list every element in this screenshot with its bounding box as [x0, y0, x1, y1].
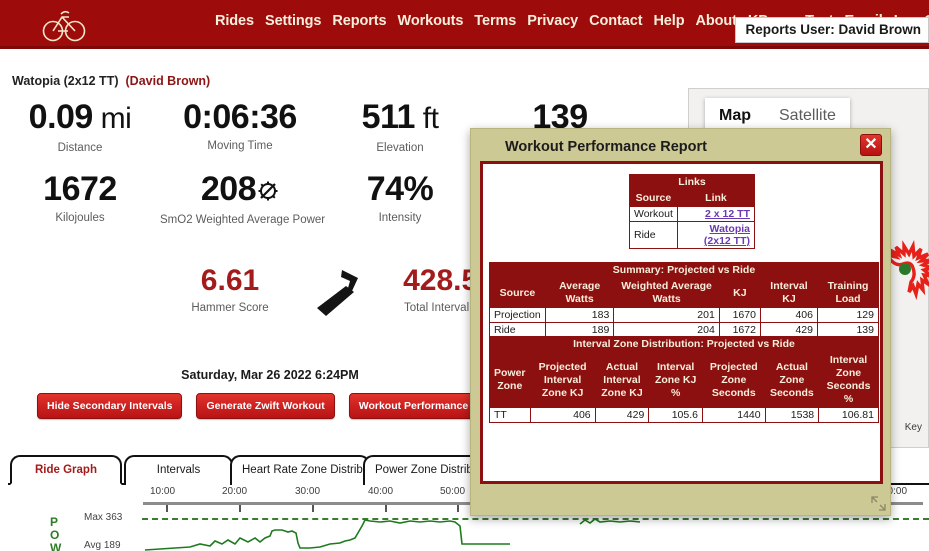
zone-header-power-zone: Power Zone: [489, 352, 531, 408]
stat-kilojoules-label: Kilojoules: [55, 212, 105, 224]
reports-user-badge[interactable]: Reports User: David Brown: [735, 17, 929, 43]
stat-distance-unit: mi: [92, 102, 132, 135]
zone-header-actual-interval-zone-kj: Actual Interval Zone KJ: [594, 352, 650, 408]
links-header-source: Source: [629, 190, 678, 207]
stat-intensity-label: Intensity: [378, 212, 422, 224]
zone-header-projected-interval-zone-kj: Projected Interval Zone KJ: [529, 352, 596, 408]
stat-intensity-value: 74%: [366, 170, 434, 208]
summary-row-projection-source: Projection: [489, 307, 546, 323]
zone-row-tt-interval-zone-kj-pct: 105.6: [648, 407, 703, 423]
summary-row-projection-training-load: 129: [816, 307, 880, 323]
map-key-label[interactable]: Key: [905, 422, 922, 433]
workout-performance-report-modal[interactable]: Workout Performance Report ✕ Links Sourc…: [470, 128, 891, 516]
table-row: Ride Watopia (2x12 TT): [629, 221, 756, 249]
nav-link-reports[interactable]: Reports: [332, 13, 386, 29]
modal-title: Workout Performance Report: [505, 139, 707, 155]
zone-row-tt-power-zone: TT: [489, 407, 531, 423]
summary-table-title: Summary: Projected vs Ride: [489, 262, 879, 279]
zone-header-actual-zone-seconds: Actual Zone Seconds: [764, 352, 820, 408]
summary-header-training-load: Training Load: [816, 278, 880, 308]
hide-secondary-intervals-button[interactable]: Hide Secondary Intervals: [37, 393, 183, 419]
links-row-ride-link[interactable]: Watopia (2x12 TT): [704, 223, 750, 247]
zone-row-tt-actual-zone-seconds: 1538: [764, 407, 820, 423]
links-table: Links Source Link Workout 2 x 12 TT Ride…: [629, 174, 756, 249]
summary-header-interval-kj: Interval KJ: [759, 278, 818, 308]
hammer-stats-row: 6.61 Hammer Score 428.57 Total Interval …: [0, 262, 540, 323]
summary-row-projection-interval-kj: 406: [759, 307, 818, 323]
nav-link-contact[interactable]: Contact: [589, 13, 642, 29]
stat-elevation-label: Elevation: [376, 142, 424, 154]
nav-link-workouts[interactable]: Workouts: [398, 13, 464, 29]
stat-hammer-score-label: Hammer Score: [191, 302, 269, 314]
stat-elevation-value: 511: [361, 98, 416, 136]
top-navbar: Rides Settings Reports Workouts Terms Pr…: [0, 0, 929, 49]
zone-row-tt-projected-zone-seconds: 1440: [701, 407, 766, 423]
generate-zwift-workout-button[interactable]: Generate Zwift Workout: [196, 393, 335, 419]
stat-moving-time-value: 0:06:36: [183, 98, 297, 136]
links-row-ride-source: Ride: [629, 221, 678, 249]
summary-header-weighted-avg-watts: Weighted Average Watts: [613, 278, 720, 308]
links-row-workout-source: Workout: [629, 206, 678, 222]
summary-row-projection-avg-watts: 183: [544, 307, 615, 323]
nav-link-privacy[interactable]: Privacy: [527, 13, 578, 29]
modal-body: Links Source Link Workout 2 x 12 TT Ride…: [480, 161, 883, 484]
stat-smo2-power-label: SmO2 Weighted Average Power: [160, 214, 326, 226]
ride-date: Saturday, Mar 26 2022 6:24PM: [181, 368, 359, 382]
tab-heart-rate-zone-distribution[interactable]: Heart Rate Zone Distribution: [230, 455, 388, 485]
stat-distance-label: Distance: [57, 142, 103, 154]
stat-kilojoules: 1672 Kilojoules: [0, 168, 160, 226]
zone-row-tt-interval-zone-seconds-pct: 106.81: [818, 407, 879, 423]
app-root: Rides Settings Reports Workouts Terms Pr…: [0, 0, 929, 551]
stat-hammer-score-value: 6.61: [200, 264, 260, 297]
stat-smo2-power-value: 208: [200, 170, 257, 208]
bicycle-icon[interactable]: [42, 6, 86, 44]
stat-moving-time: 0:06:36 Moving Time: [160, 96, 320, 154]
stat-intensity: 74% Intensity: [320, 168, 480, 226]
tab-intervals[interactable]: Intervals: [124, 455, 233, 485]
zone-header-interval-zone-kj-pct: Interval Zone KJ %: [648, 352, 703, 408]
zone-table-title: Interval Zone Distribution: Projected vs…: [489, 336, 879, 353]
zone-header-interval-zone-seconds-pct: Interval Zone Seconds %: [818, 352, 879, 408]
links-table-title: Links: [629, 174, 755, 191]
summary-row-projection-kj: 1670: [718, 307, 761, 323]
close-icon[interactable]: ✕: [860, 134, 882, 156]
page-title: Watopia (2x12 TT) (David Brown): [12, 74, 210, 88]
smo2-gear-icon: [257, 170, 279, 212]
resize-handle-icon[interactable]: [870, 496, 886, 512]
table-row: Workout 2 x 12 TT: [629, 206, 756, 222]
page-title-owner: (David Brown): [125, 74, 211, 88]
summary-header-avg-watts: Average Watts: [544, 278, 615, 308]
stat-kilojoules-value: 1672: [43, 170, 117, 208]
zone-header-projected-zone-seconds: Projected Zone Seconds: [701, 352, 766, 408]
page-title-text: Watopia (2x12 TT): [12, 74, 119, 88]
summary-header-kj: KJ: [718, 278, 761, 308]
summary-header-source: Source: [489, 278, 546, 308]
nav-link-settings[interactable]: Settings: [265, 13, 322, 29]
links-row-workout-link[interactable]: 2 x 12 TT: [705, 208, 750, 220]
nav-link-help[interactable]: Help: [653, 13, 684, 29]
tab-power-zone-distribution[interactable]: Power Zone Distribution: [363, 455, 498, 485]
zone-row-tt-actual-interval-zone-kj: 429: [594, 407, 650, 423]
stat-distance: 0.09 mi Distance: [0, 96, 160, 154]
nav-link-about[interactable]: About: [695, 13, 736, 29]
hammer-icon: [300, 262, 374, 323]
stat-elevation-unit: ft: [414, 102, 439, 135]
table-row: TT 406 429 105.6 1440 1538 106.81: [489, 407, 879, 423]
nav-link-terms[interactable]: Terms: [474, 13, 516, 29]
links-header-link: Link: [676, 190, 756, 207]
stat-hammer-score: 6.61 Hammer Score: [160, 262, 300, 314]
zone-row-tt-projected-interval-zone-kj: 406: [529, 407, 596, 423]
table-row: Projection 183 201 1670 406 129: [489, 307, 880, 323]
summary-row-projection-weighted-avg-watts: 201: [613, 307, 720, 323]
stat-smo2-power: 208 SmO2 Weighted Average Power: [160, 168, 326, 226]
stat-moving-time-label: Moving Time: [207, 140, 273, 152]
stat-elevation: 511 ft Elevation: [320, 96, 480, 154]
stat-distance-value: 0.09: [28, 98, 94, 136]
interval-zone-distribution-table: Interval Zone Distribution: Projected vs…: [489, 336, 879, 423]
nav-link-rides[interactable]: Rides: [215, 13, 254, 29]
tab-ride-graph[interactable]: Ride Graph: [10, 455, 122, 485]
